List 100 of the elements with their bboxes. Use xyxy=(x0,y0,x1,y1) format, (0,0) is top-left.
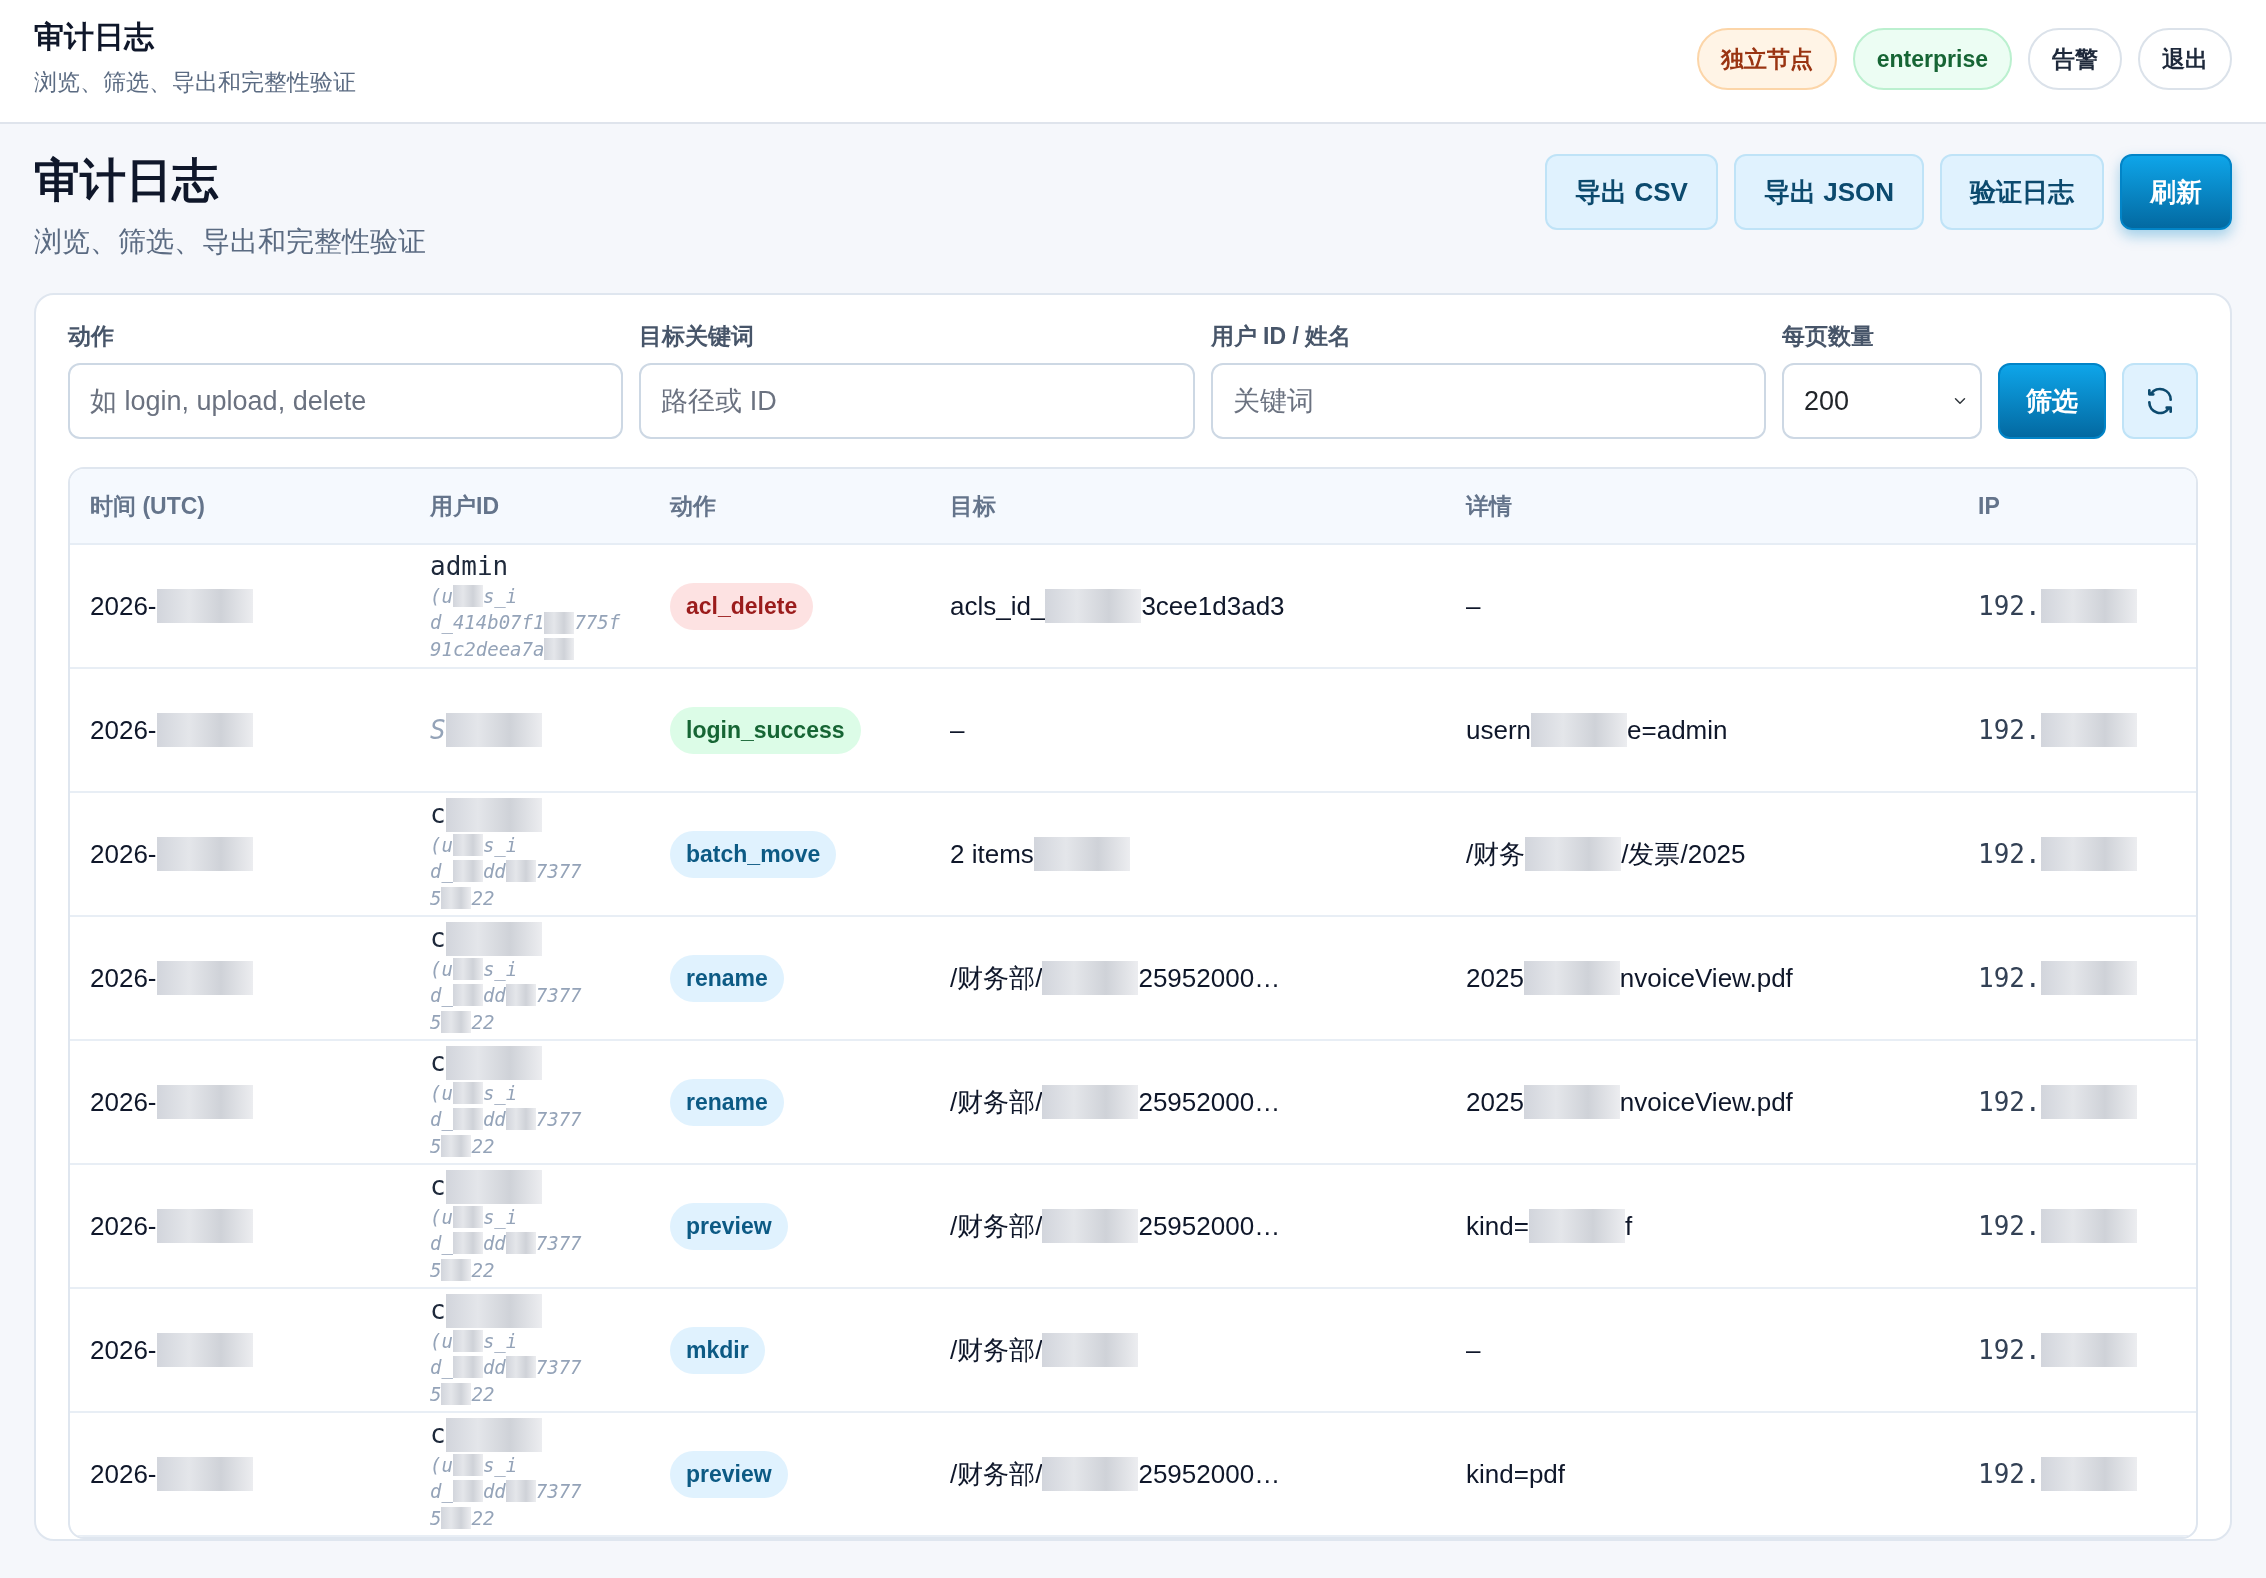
user-id-text: 7377 xyxy=(535,1107,582,1133)
header-button[interactable]: 告警 xyxy=(2028,27,2122,91)
redacted-block xyxy=(441,1383,472,1405)
user-id-text: d_ xyxy=(430,1355,453,1381)
user-name: c xyxy=(430,1418,446,1451)
action-tag: preview xyxy=(670,1451,788,1498)
timestamp-text: 2026- xyxy=(90,713,157,747)
ip-text: 192. xyxy=(1978,1209,2041,1243)
user-id-text: dd xyxy=(482,1231,506,1257)
details-text: kind=pdf xyxy=(1466,1457,1566,1491)
details-text: – xyxy=(1466,1333,1481,1367)
column-header: 动作 xyxy=(668,492,717,522)
user-id-text: (u xyxy=(430,1452,453,1478)
redacted-block xyxy=(441,1507,472,1529)
target-text: acls_id_ xyxy=(950,589,1046,623)
input-field[interactable]: 如 login, upload, delete xyxy=(68,363,624,440)
redacted-block xyxy=(505,1232,536,1255)
page-size-select[interactable]: 200 xyxy=(1782,363,1982,440)
user-id-text: dd xyxy=(482,1479,506,1505)
user-id-text: 91c2deea7a xyxy=(430,636,545,662)
user-id-text: 22 xyxy=(471,885,495,911)
details-text: kind= xyxy=(1466,1209,1529,1243)
target-text: 25952000… xyxy=(1138,961,1281,995)
target-text: /财务部/ xyxy=(950,961,1043,995)
ip-text: 192. xyxy=(1978,1085,2041,1119)
action-tag: rename xyxy=(670,1079,784,1126)
action-button[interactable]: 刷新 xyxy=(2120,154,2232,230)
timestamp-text: 2026- xyxy=(90,1085,157,1119)
field-label: 每页数量 xyxy=(1782,321,1875,351)
target-text: /财务部/ xyxy=(950,1333,1043,1367)
user-id-text: d_414b07f1 xyxy=(430,610,545,636)
user-id-text: 22 xyxy=(471,1505,495,1531)
redacted-block xyxy=(505,860,536,883)
page-subtitle: 浏览、筛选、导出和完整性验证 xyxy=(34,224,426,259)
user-id-text: s_i xyxy=(482,1204,518,1231)
user-id-text: 22 xyxy=(471,1009,495,1035)
user-id-text: dd xyxy=(482,1355,506,1381)
ip-text: 192. xyxy=(1978,961,2041,995)
redacted-block xyxy=(505,1480,536,1503)
refresh-button[interactable] xyxy=(2122,363,2198,440)
app-title: 审计日志 xyxy=(34,18,155,55)
user-id-text: 7377 xyxy=(535,859,582,885)
action-button[interactable]: 导出 JSON xyxy=(1733,154,1924,230)
redacted-block xyxy=(505,1108,536,1131)
redacted-block xyxy=(452,1356,483,1379)
user-id-text: 7377 xyxy=(535,983,582,1009)
user-id-text: s_i xyxy=(482,832,518,859)
column-header: 用户ID xyxy=(429,492,500,522)
target-text: 3cee1d3ad3 xyxy=(1141,589,1285,623)
input-field[interactable]: 关键词 xyxy=(1210,363,1766,440)
column-header: 详情 xyxy=(1464,492,1513,522)
details-text: /发票/2025 xyxy=(1621,837,1746,871)
filter-button[interactable]: 筛选 xyxy=(1998,363,2106,440)
redacted-block xyxy=(452,585,483,608)
action-tag: mkdir xyxy=(670,1327,765,1374)
user-id-text: (u xyxy=(430,1080,453,1106)
details-text: usern xyxy=(1466,713,1532,747)
target-text: 25952000… xyxy=(1138,1085,1281,1119)
redacted-block xyxy=(452,1232,483,1255)
redacted-block xyxy=(452,1108,483,1131)
user-id-text: d_ xyxy=(430,1479,453,1505)
action-tag: acl_delete xyxy=(670,583,814,630)
app-subtitle: 浏览、筛选、导出和完整性验证 xyxy=(34,67,356,97)
ip-text: 192. xyxy=(1978,589,2041,623)
field-label: 动作 xyxy=(68,321,115,351)
user-id-text: s_i xyxy=(482,1328,518,1355)
redacted-block xyxy=(441,1135,472,1157)
target-text: 25952000… xyxy=(1138,1457,1281,1491)
action-tag: batch_move xyxy=(670,831,837,878)
timestamp-text: 2026- xyxy=(90,961,157,995)
action-tag: rename xyxy=(670,955,784,1002)
column-header: 目标 xyxy=(949,492,997,522)
user-id-text: d_ xyxy=(430,859,453,885)
user-id-text: 5 xyxy=(430,1505,442,1531)
user-name: c xyxy=(430,1046,446,1079)
action-button[interactable]: 导出 CSV xyxy=(1545,154,1718,230)
redacted-block xyxy=(452,1480,483,1503)
details-text: – xyxy=(1466,589,1481,623)
status-badge: enterprise xyxy=(1852,27,2012,91)
user-id-text: s_i xyxy=(482,1080,518,1107)
timestamp-text: 2026- xyxy=(90,1333,157,1367)
page-title: 审计日志 xyxy=(34,154,220,207)
details-text: nvoiceView.pdf xyxy=(1619,1085,1793,1119)
user-id-text: 22 xyxy=(471,1381,495,1407)
timestamp-text: 2026- xyxy=(90,837,157,871)
user-id-text: 22 xyxy=(471,1133,495,1159)
user-id-text: 7377 xyxy=(535,1231,582,1257)
timestamp-text: 2026- xyxy=(90,1457,157,1491)
input-field[interactable]: 路径或 ID xyxy=(639,363,1195,440)
details-text: nvoiceView.pdf xyxy=(1619,961,1793,995)
action-tag: preview xyxy=(670,1203,788,1250)
action-button[interactable]: 验证日志 xyxy=(1940,154,2104,230)
user-id-text: (u xyxy=(430,956,453,982)
header-button[interactable]: 退出 xyxy=(2138,27,2232,91)
column-header: 时间 (UTC) xyxy=(89,492,206,522)
user-id-text: (u xyxy=(430,832,453,858)
ip-text: 192. xyxy=(1978,1333,2041,1367)
target-text: /财务部/ xyxy=(950,1457,1043,1491)
user-name: admin xyxy=(430,550,509,583)
user-id-text: 5 xyxy=(430,1009,442,1035)
